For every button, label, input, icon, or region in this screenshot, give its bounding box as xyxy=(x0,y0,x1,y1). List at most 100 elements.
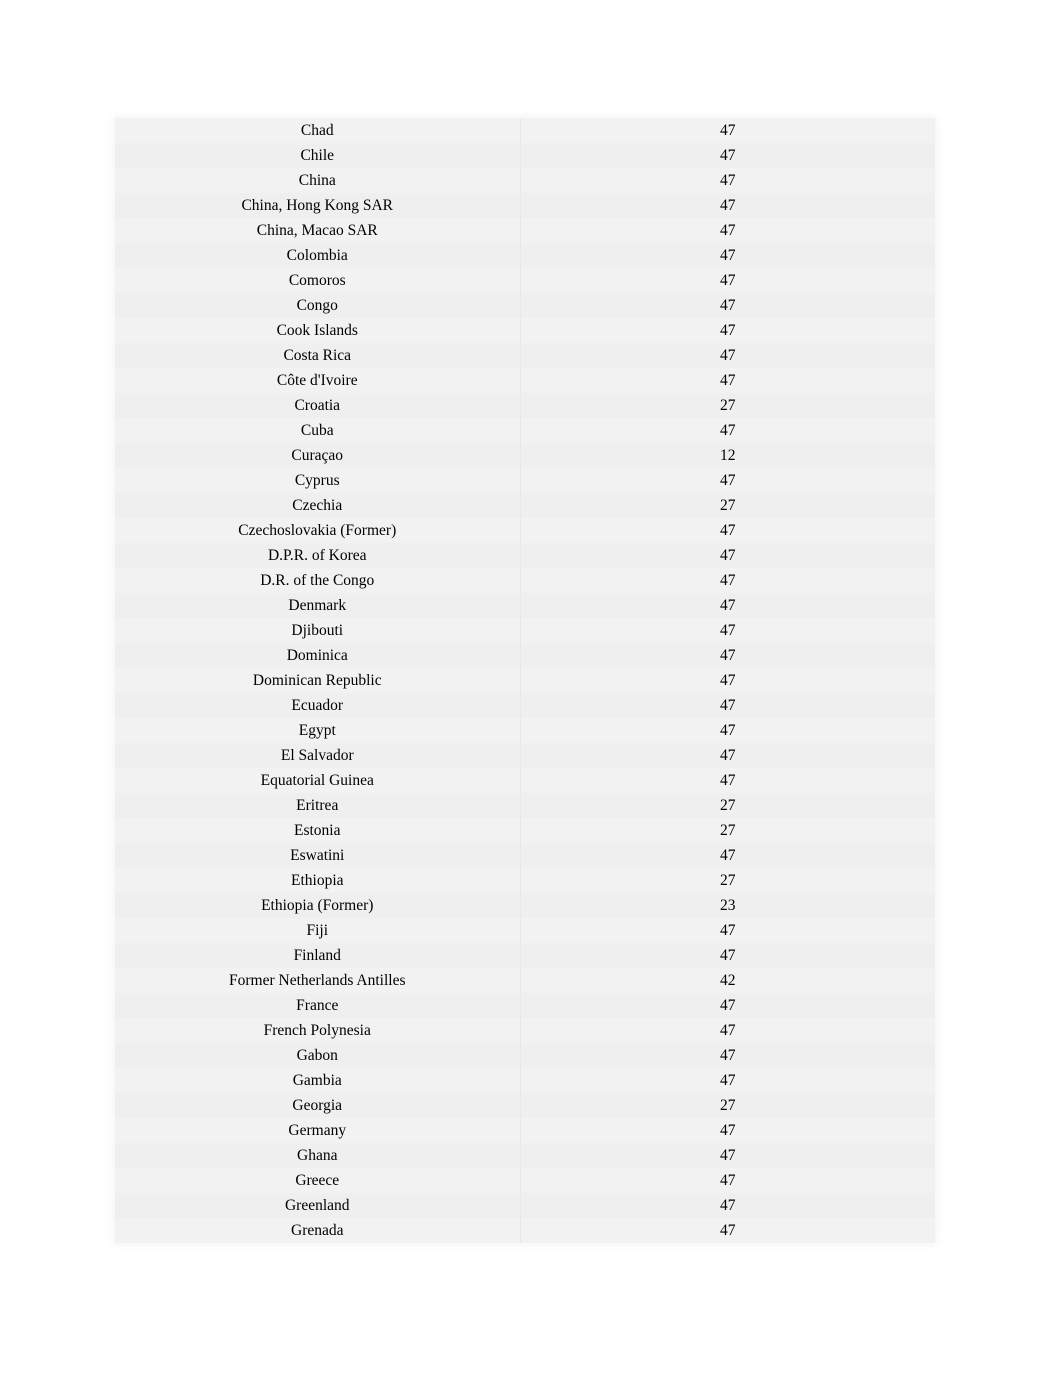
count-value-cell: 47 xyxy=(720,922,736,939)
table-row: Former Netherlands Antilles 42 xyxy=(115,968,935,993)
country-name-cell: Eswatini xyxy=(115,843,520,868)
document-page: Chad 47 Chile 47 China 47 China, Hong Kong SAR… xyxy=(0,0,1062,1376)
count-value-cell: 27 xyxy=(720,822,736,839)
count-value-cell: 47 xyxy=(720,1122,736,1139)
table-row: Dominica 47 xyxy=(115,643,935,668)
country-name-cell: Egypt xyxy=(115,718,520,743)
country-name-cell: Equatorial Guinea xyxy=(115,768,520,793)
table-row: Ethiopia (Former) 23 xyxy=(115,893,935,918)
count-value-cell: 47 xyxy=(720,422,736,439)
country-name-cell: Côte d'Ivoire xyxy=(115,368,520,393)
country-name-cell: Denmark xyxy=(115,593,520,618)
table-body: Chad 47 Chile 47 China 47 China, Hong Kong SAR… xyxy=(115,118,935,1243)
country-name-cell: Cyprus xyxy=(115,468,520,493)
country-name-cell: El Salvador xyxy=(115,743,520,768)
country-name-cell: Cook Islands xyxy=(115,318,520,343)
country-name-cell: Dominican Republic xyxy=(115,668,520,693)
country-name-cell: China, Macao SAR xyxy=(115,218,520,243)
table-row: Cyprus 47 xyxy=(115,468,935,493)
country-count-table-container: Chad 47 Chile 47 China 47 China, Hong Kong SAR… xyxy=(115,118,935,1243)
count-value-cell: 47 xyxy=(720,697,736,714)
count-value-cell: 47 xyxy=(720,997,736,1014)
country-name-cell: Ethiopia (Former) xyxy=(115,893,520,918)
table-row: Cook Islands 47 xyxy=(115,318,935,343)
table-row: Equatorial Guinea 47 xyxy=(115,768,935,793)
count-value-cell: 47 xyxy=(720,847,736,864)
count-value-cell: 42 xyxy=(720,972,736,989)
table-row: Curaçao 12 xyxy=(115,443,935,468)
table-row: Egypt 47 xyxy=(115,718,935,743)
count-value-cell: 47 xyxy=(720,1172,736,1189)
count-value-cell: 47 xyxy=(720,272,736,289)
country-name-cell: Chile xyxy=(115,143,520,168)
count-value-cell: 47 xyxy=(720,647,736,664)
country-name-cell: French Polynesia xyxy=(115,1018,520,1043)
country-name-cell: D.R. of the Congo xyxy=(115,568,520,593)
table-row: Gabon 47 xyxy=(115,1043,935,1068)
table-row: French Polynesia 47 xyxy=(115,1018,935,1043)
table-row: Czechia 27 xyxy=(115,493,935,518)
table-row: Grenada 47 xyxy=(115,1218,935,1243)
table-row: Colombia 47 xyxy=(115,243,935,268)
count-value-cell: 47 xyxy=(720,747,736,764)
count-value-cell: 47 xyxy=(720,1222,736,1239)
count-value-cell: 47 xyxy=(720,147,736,164)
count-value-cell: 47 xyxy=(720,372,736,389)
country-name-cell: Greece xyxy=(115,1168,520,1193)
count-value-cell: 47 xyxy=(720,1047,736,1064)
table-row: Gambia 47 xyxy=(115,1068,935,1093)
count-value-cell: 47 xyxy=(720,472,736,489)
country-name-cell: Grenada xyxy=(115,1218,520,1243)
table-row: El Salvador 47 xyxy=(115,743,935,768)
count-value-cell: 47 xyxy=(720,947,736,964)
country-name-cell: Croatia xyxy=(115,393,520,418)
table-row: Czechoslovakia (Former) 47 xyxy=(115,518,935,543)
count-value-cell: 27 xyxy=(720,497,736,514)
country-name-cell: China xyxy=(115,168,520,193)
country-name-cell: Finland xyxy=(115,943,520,968)
count-value-cell: 47 xyxy=(720,597,736,614)
table-row: Finland 47 xyxy=(115,943,935,968)
count-value-cell: 47 xyxy=(720,1147,736,1164)
country-name-cell: Czechia xyxy=(115,493,520,518)
country-name-cell: Congo xyxy=(115,293,520,318)
count-value-cell: 47 xyxy=(720,222,736,239)
count-value-cell: 47 xyxy=(720,1022,736,1039)
table-row: Estonia 27 xyxy=(115,818,935,843)
count-value-cell: 47 xyxy=(720,1197,736,1214)
count-value-cell: 47 xyxy=(720,322,736,339)
country-name-cell: Chad xyxy=(115,118,520,143)
country-name-cell: Costa Rica xyxy=(115,343,520,368)
country-name-cell: Colombia xyxy=(115,243,520,268)
count-value-cell: 47 xyxy=(720,522,736,539)
table-row: Germany 47 xyxy=(115,1118,935,1143)
count-value-cell: 47 xyxy=(720,622,736,639)
table-row: Georgia 27 xyxy=(115,1093,935,1118)
table-row: Eswatini 47 xyxy=(115,843,935,868)
count-value-cell: 47 xyxy=(720,197,736,214)
country-name-cell: Ecuador xyxy=(115,693,520,718)
country-name-cell: Djibouti xyxy=(115,618,520,643)
country-name-cell: Germany xyxy=(115,1118,520,1143)
country-name-cell: Cuba xyxy=(115,418,520,443)
table-row: Djibouti 47 xyxy=(115,618,935,643)
count-value-cell: 47 xyxy=(720,122,736,139)
count-value-cell: 47 xyxy=(720,297,736,314)
table-row: Greenland 47 xyxy=(115,1193,935,1218)
table-row: D.R. of the Congo 47 xyxy=(115,568,935,593)
count-value-cell: 27 xyxy=(720,872,736,889)
table-row: China, Hong Kong SAR 47 xyxy=(115,193,935,218)
country-name-cell: Former Netherlands Antilles xyxy=(115,968,520,993)
country-count-table: Chad 47 Chile 47 China 47 China, Hong Kong SAR… xyxy=(115,118,935,1243)
table-row: Côte d'Ivoire 47 xyxy=(115,368,935,393)
table-row: Greece 47 xyxy=(115,1168,935,1193)
country-name-cell: Fiji xyxy=(115,918,520,943)
table-row: China, Macao SAR 47 xyxy=(115,218,935,243)
count-value-cell: 47 xyxy=(720,247,736,264)
count-value-cell: 47 xyxy=(720,672,736,689)
table-row: Dominican Republic 47 xyxy=(115,668,935,693)
country-name-cell: Estonia xyxy=(115,818,520,843)
count-value-cell: 27 xyxy=(720,1097,736,1114)
count-value-cell: 47 xyxy=(720,572,736,589)
count-value-cell: 23 xyxy=(720,897,736,914)
